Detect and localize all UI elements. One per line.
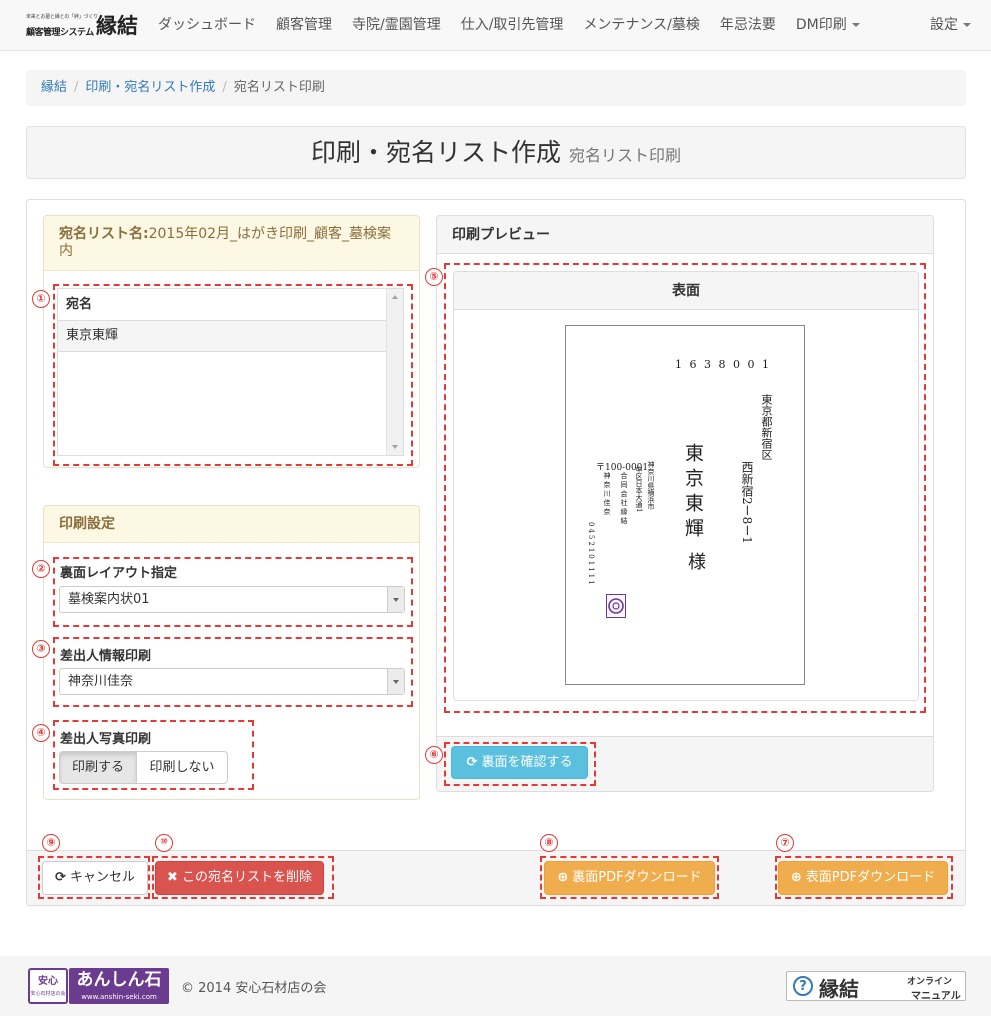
annotation-box-8 [540,856,719,899]
nav-item-temples[interactable]: 寺院/霊園管理 [342,0,451,50]
breadcrumb: 縁結 / 印刷・宛名リスト作成 / 宛名リスト印刷 [26,70,966,106]
main-nav: ダッシュボード 顧客管理 寺院/霊園管理 仕入/取引先管理 メンテナンス/墓検 … [148,0,870,50]
nav-item-settings[interactable]: 設定 [930,0,971,50]
print-settings-title: 印刷設定 [59,516,115,532]
print-settings-heading: 印刷設定 [44,506,419,543]
annotation-marker-8: ⑧ [540,834,558,852]
annotation-marker-9: ⑨ [42,834,60,852]
print-preview-heading: 印刷プレビュー [437,216,933,254]
anshin-badge-top: 安心 [38,976,58,987]
manual-line-2: マニュアル [911,991,961,1002]
breadcrumb-parent[interactable]: 印刷・宛名リスト作成 [85,80,215,95]
annotation-marker-5: ⑤ [425,268,443,286]
anshin-logo-url: www.anshin-seki.com [81,993,157,1001]
annotation-box-6 [444,742,596,786]
manual-logo-text: 縁結 [819,977,859,1001]
annotation-box-7 [775,856,953,899]
caret-down-icon [851,23,860,27]
annotation-box-10 [152,856,334,899]
nav-item-maintenance[interactable]: メンテナンス/墓検 [573,0,709,50]
brand-logo-text: 縁結 [96,13,138,38]
site-footer: 安心 安心石材店の会 あんしん石 www.anshin-seki.com © 2… [0,956,991,1016]
page-header: 印刷・宛名リスト作成 宛名リスト印刷 [26,126,966,179]
annotation-marker-7: ⑦ [776,834,794,852]
nav-settings-label: 設定 [930,17,958,33]
breadcrumb-home[interactable]: 縁結 [41,80,67,95]
nav-item-dm-print[interactable]: DM印刷 [786,0,870,50]
anshin-badge-bottom: 安心石材店の会 [30,991,66,997]
breadcrumb-separator: / [74,80,79,95]
help-icon: ? [793,976,813,996]
page-title: 印刷・宛名リスト作成 [310,138,561,167]
annotation-box-1 [53,284,413,466]
nav-item-memorial[interactable]: 年忌法要 [710,0,786,50]
print-preview-title: 印刷プレビュー [452,227,550,243]
anshin-logo[interactable]: あんしん石 www.anshin-seki.com [69,968,169,1004]
caret-down-icon [963,23,971,27]
anshin-logo-text: あんしん石 [76,970,162,990]
nav-item-dashboard[interactable]: ダッシュボード [148,0,266,50]
nav-item-suppliers[interactable]: 仕入/取引先管理 [451,0,574,50]
annotation-box-4 [53,720,254,790]
annotation-marker-4: ④ [32,724,50,742]
address-list-label: 宛名リスト名: [59,226,149,242]
brand-logo[interactable]: 未来とお墓と縁との「絆」づくり 顧客管理システム 縁結 [26,10,141,40]
annotation-box-2 [53,557,413,627]
brand-tagline: 未来とお墓と縁との「絆」づくり [26,14,98,20]
page-subtitle: 宛名リスト印刷 [569,146,682,165]
annotation-marker-2: ② [32,560,50,578]
annotation-marker-3: ③ [32,640,50,658]
anshin-badge: 安心 安心石材店の会 [28,968,68,1004]
annotation-marker-6: ⑥ [425,746,443,764]
annotation-box-3 [53,637,413,707]
top-navbar: 未来とお墓と縁との「絆」づくり 顧客管理システム 縁結 ダッシュボード 顧客管理… [0,0,991,51]
copyright: © 2014 安心石材店の会 [181,981,327,996]
annotation-marker-1: ① [32,290,50,308]
annotation-box-5 [444,263,926,713]
brand-system-name: 顧客管理システム [26,28,94,38]
address-list-heading: 宛名リスト名:2015年02月_はがき印刷_顧客_墓検案内 [44,216,419,271]
breadcrumb-separator: / [222,80,227,95]
annotation-marker-10: ⑩ [155,834,173,852]
breadcrumb-current: 宛名リスト印刷 [233,80,325,95]
online-manual-button[interactable]: ? 縁結 オンライン マニュアル [786,971,966,1002]
manual-line-1: オンライン [907,977,953,987]
nav-dm-print-label: DM印刷 [795,17,847,33]
nav-item-customers[interactable]: 顧客管理 [266,0,342,50]
annotation-box-9 [38,856,150,899]
